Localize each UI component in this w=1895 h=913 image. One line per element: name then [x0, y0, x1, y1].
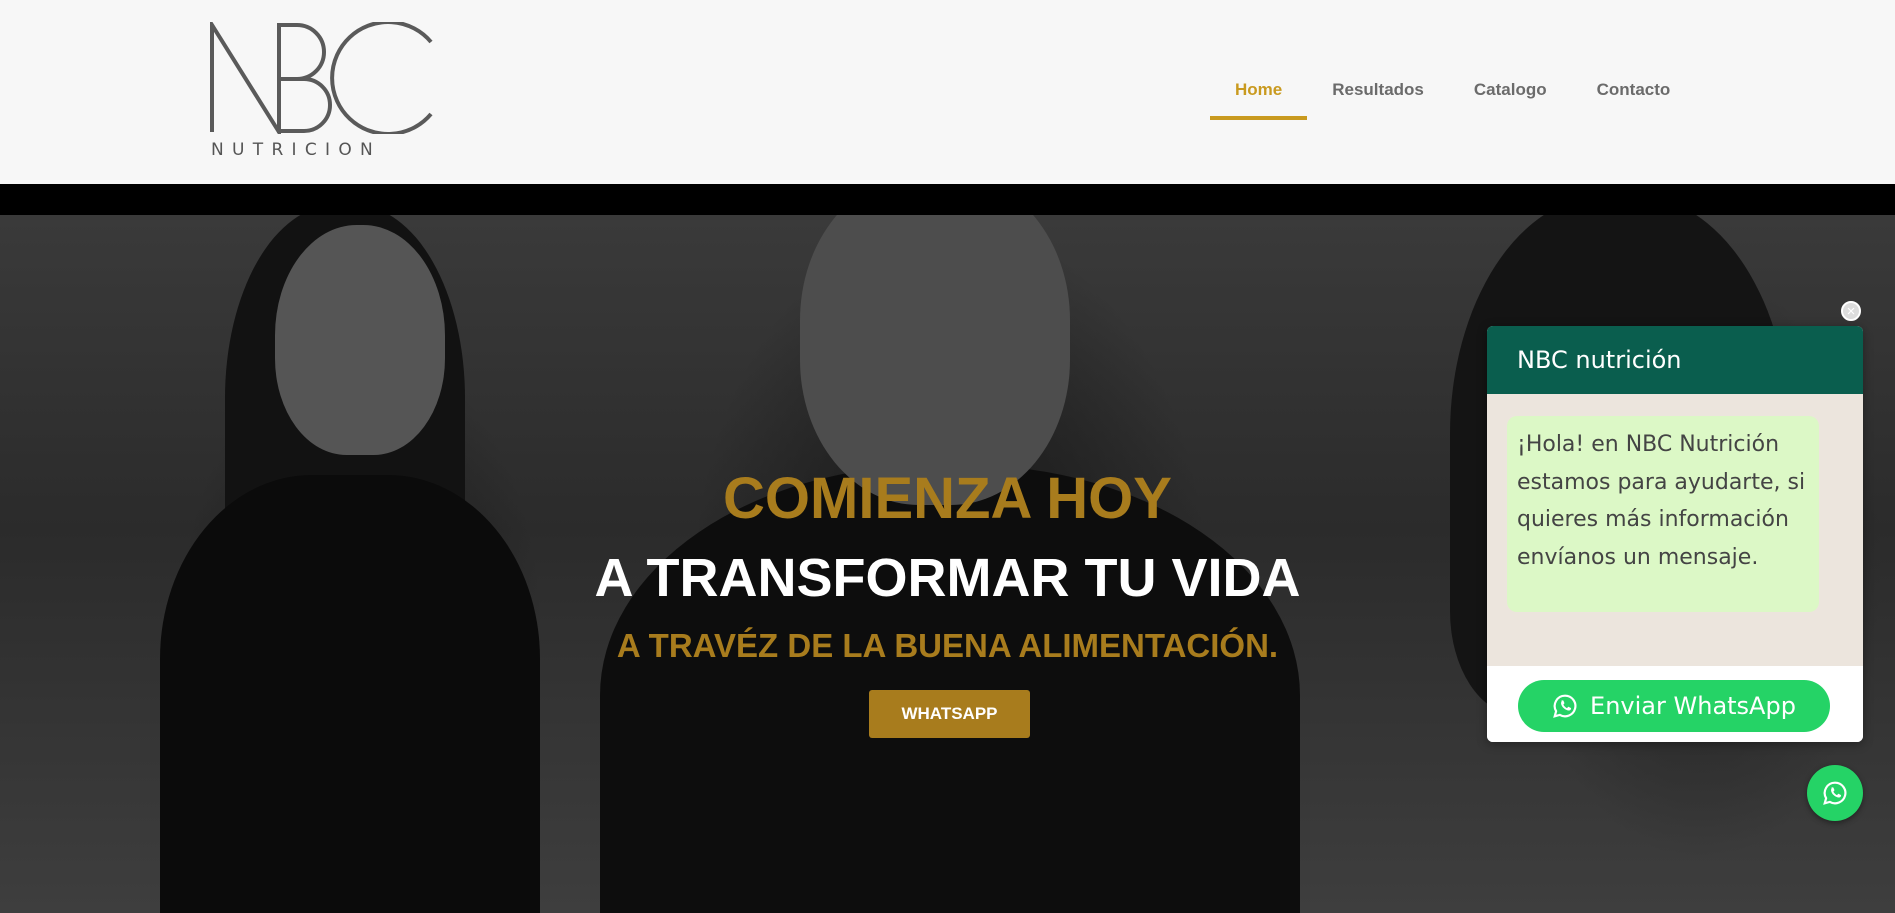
chat-title: NBC nutrición: [1487, 326, 1863, 394]
hero-photo-man-face: [800, 215, 1070, 505]
send-whatsapp-button[interactable]: Enviar WhatsApp: [1518, 680, 1830, 732]
header-divider-band: [0, 184, 1895, 215]
nbc-logo-mark: [210, 22, 433, 134]
hero-photo-man-body: [600, 465, 1300, 913]
nav-item-home[interactable]: Home: [1210, 60, 1308, 120]
hero-photo-woman-left-face: [275, 225, 445, 455]
whatsapp-chat-widget: NBC nutrición ¡Hola! en NBC Nutrición es…: [1487, 326, 1863, 742]
nav-item-contacto[interactable]: Contacto: [1572, 60, 1696, 120]
nbc-logo[interactable]: NUTRICION: [209, 22, 437, 164]
close-icon[interactable]: ×: [1841, 301, 1861, 321]
nav-item-resultados[interactable]: Resultados: [1307, 60, 1449, 120]
main-nav: Home Resultados Catalogo Contacto: [1210, 60, 1695, 120]
chat-body: ¡Hola! en NBC Nutrición estamos para ayu…: [1487, 394, 1863, 666]
chat-message-bubble: ¡Hola! en NBC Nutrición estamos para ayu…: [1507, 416, 1819, 612]
send-whatsapp-label: Enviar WhatsApp: [1590, 692, 1796, 720]
site-header: NUTRICION Home Resultados Catalogo Conta…: [0, 0, 1895, 184]
whatsapp-icon: [1823, 781, 1847, 805]
hero-photo-woman-left-body: [160, 475, 540, 913]
whatsapp-icon: [1553, 694, 1577, 718]
logo-subtitle: NUTRICION: [211, 140, 382, 160]
whatsapp-floating-button[interactable]: [1807, 765, 1863, 821]
nav-item-catalogo[interactable]: Catalogo: [1449, 60, 1572, 120]
whatsapp-cta-button[interactable]: WHATSAPP: [869, 690, 1030, 738]
